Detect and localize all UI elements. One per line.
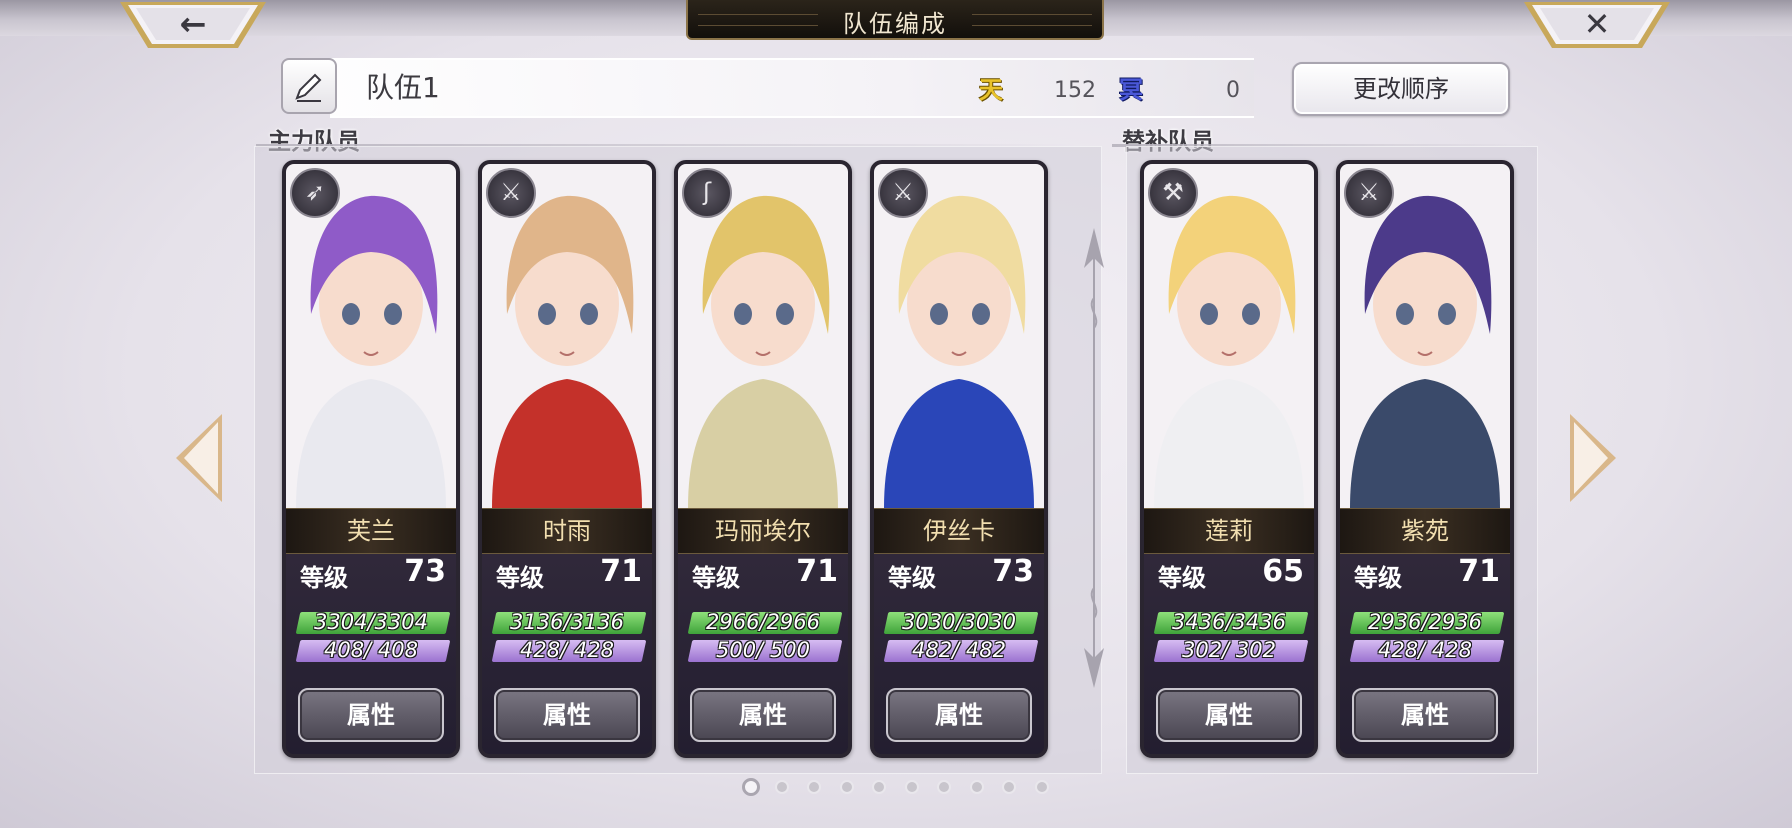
- page-title: 队伍编成: [843, 10, 947, 38]
- level-label: 等级: [1158, 564, 1206, 592]
- back-button[interactable]: ←: [118, 0, 268, 52]
- page-dot[interactable]: [872, 780, 886, 794]
- level-value: 71: [796, 554, 838, 589]
- mp-value: 428/ 428: [1378, 638, 1472, 662]
- ming-icon: 冥: [1119, 76, 1143, 104]
- member-stats: 等级 73 3030/3030 482/ 482 属性: [874, 554, 1044, 754]
- mp-value: 428/ 428: [520, 638, 614, 662]
- page-dot[interactable]: [807, 780, 821, 794]
- hp-value: 3030/3030: [902, 610, 1016, 634]
- axe-icon: ⚒: [1148, 168, 1198, 218]
- hp-value: 2936/2936: [1368, 610, 1482, 634]
- hp-value: 3436/3436: [1172, 610, 1286, 634]
- page-dot[interactable]: [1034, 780, 1049, 794]
- page-dot[interactable]: [742, 778, 760, 796]
- member-card[interactable]: ⚒ 莲莉 等级 65 3436/3436 302/ 302 属性: [1140, 160, 1318, 758]
- edit-team-name-button[interactable]: [281, 58, 337, 114]
- level-value: 73: [404, 554, 446, 589]
- member-card[interactable]: ➶ 芙兰 等级 73 3304/3304 408/ 408 属性: [282, 160, 460, 758]
- member-stats: 等级 71 3136/3136 428/ 428 属性: [482, 554, 652, 754]
- mp-value: 500/ 500: [716, 638, 810, 662]
- mp-value: 302/ 302: [1182, 638, 1276, 662]
- member-name: 芙兰: [286, 508, 456, 554]
- page-dot[interactable]: [937, 780, 951, 794]
- divider-ornament: [1084, 228, 1104, 688]
- attributes-button[interactable]: 属性: [1352, 688, 1498, 742]
- level-label: 等级: [496, 564, 544, 592]
- hp-value: 2966/2966: [706, 610, 820, 634]
- prev-page-arrow[interactable]: [174, 412, 224, 504]
- ten-icon: 天: [979, 76, 1003, 104]
- sword-icon: ⚔: [878, 168, 928, 218]
- ming-value: 0: [1226, 78, 1240, 103]
- level-value: 65: [1262, 554, 1304, 589]
- member-stats: 等级 71 2936/2936 428/ 428 属性: [1340, 554, 1510, 754]
- back-arrow-icon: ←: [179, 5, 207, 43]
- level-label: 等级: [300, 564, 348, 592]
- pen-icon: [295, 73, 322, 102]
- member-name: 伊丝卡: [874, 508, 1044, 554]
- staff-icon: ʃ: [682, 168, 732, 218]
- member-name: 紫苑: [1340, 508, 1510, 554]
- team-name: 队伍1: [366, 71, 440, 104]
- level-label: 等级: [1354, 564, 1402, 592]
- sword-icon: ⚔: [486, 168, 536, 218]
- hp-value: 3304/3304: [314, 610, 428, 634]
- ten-value: 152: [1054, 78, 1096, 103]
- attributes-button[interactable]: 属性: [886, 688, 1032, 742]
- member-name: 莲莉: [1144, 508, 1314, 554]
- level-value: 73: [992, 554, 1034, 589]
- attributes-button[interactable]: 属性: [494, 688, 640, 742]
- spear-icon: ➶: [290, 168, 340, 218]
- level-value: 71: [1458, 554, 1500, 589]
- level-label: 等级: [888, 564, 936, 592]
- sword-icon: ⚔: [1344, 168, 1394, 218]
- mp-value: 482/ 482: [912, 638, 1006, 662]
- attributes-button[interactable]: 属性: [1156, 688, 1302, 742]
- member-name: 时雨: [482, 508, 652, 554]
- title-plate: 队伍编成: [686, 0, 1104, 40]
- page-dot[interactable]: [839, 780, 854, 794]
- attributes-button[interactable]: 属性: [298, 688, 444, 742]
- member-card[interactable]: ⚔ 伊丝卡 等级 73 3030/3030 482/ 482 属性: [870, 160, 1048, 758]
- member-card[interactable]: ⚔ 紫苑 等级 71 2936/2936 428/ 428 属性: [1336, 160, 1514, 758]
- member-card[interactable]: ⚔ 时雨 等级 71 3136/3136 428/ 428 属性: [478, 160, 656, 758]
- hp-value: 3136/3136: [510, 610, 624, 634]
- level-value: 71: [600, 554, 642, 589]
- reorder-button[interactable]: 更改顺序: [1292, 62, 1510, 116]
- close-icon: ✕: [1583, 5, 1611, 43]
- team-bar: [330, 58, 1254, 118]
- member-stats: 等级 65 3436/3436 302/ 302 属性: [1144, 554, 1314, 754]
- page-dot[interactable]: [969, 780, 984, 794]
- member-stats: 等级 73 3304/3304 408/ 408 属性: [286, 554, 456, 754]
- attributes-button[interactable]: 属性: [690, 688, 836, 742]
- mp-value: 408/ 408: [324, 638, 418, 662]
- page-dot[interactable]: [904, 780, 919, 794]
- member-stats: 等级 71 2966/2966 500/ 500 属性: [678, 554, 848, 754]
- page-dot[interactable]: [774, 780, 789, 794]
- level-label: 等级: [692, 564, 740, 592]
- next-page-arrow[interactable]: [1568, 412, 1618, 504]
- member-name: 玛丽埃尔: [678, 508, 848, 554]
- member-card[interactable]: ʃ 玛丽埃尔 等级 71 2966/2966 500/ 500 属性: [674, 160, 852, 758]
- close-button[interactable]: ✕: [1522, 0, 1672, 52]
- page-dot[interactable]: [1002, 780, 1016, 794]
